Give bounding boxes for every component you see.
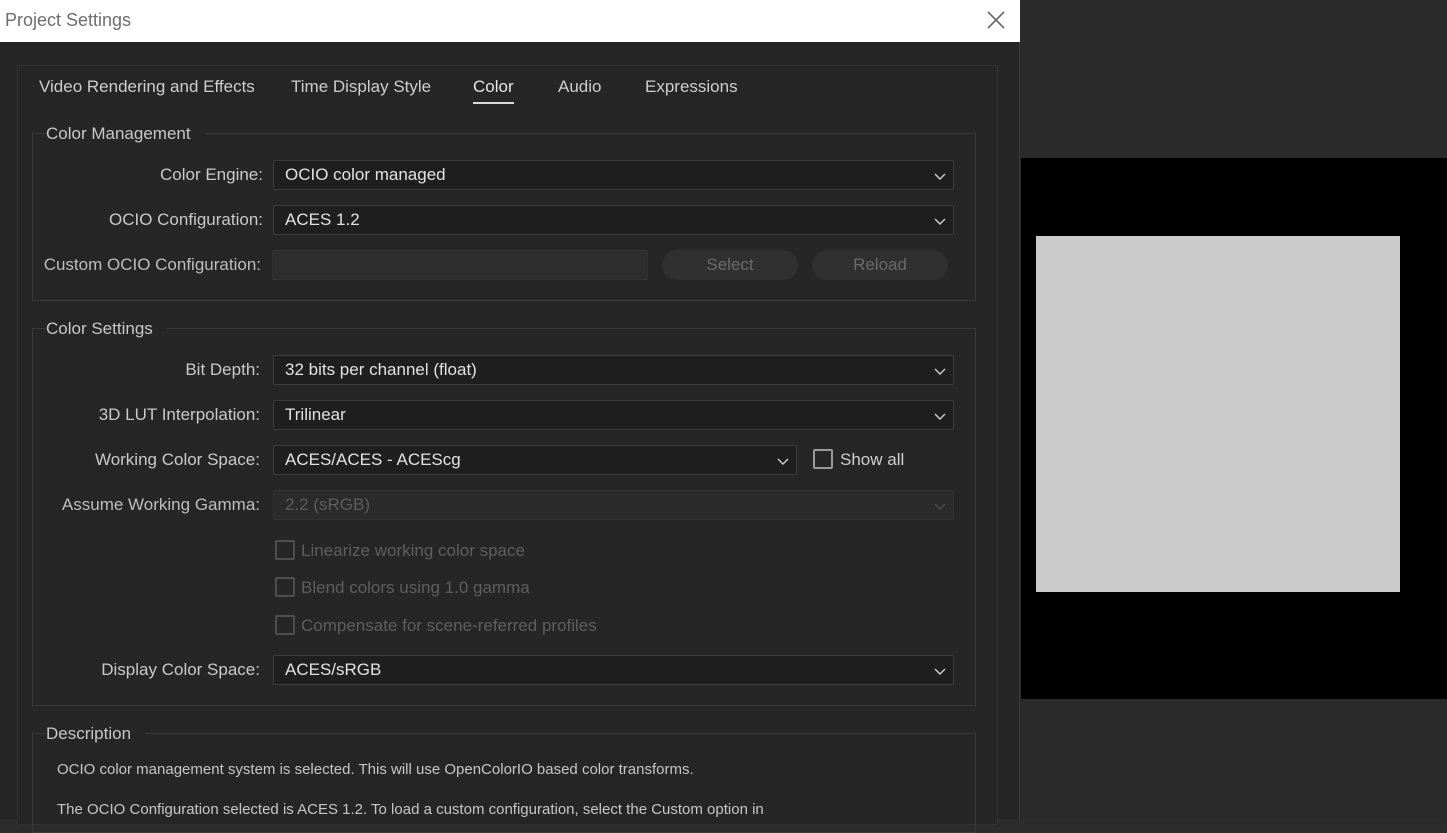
color-settings-heading: Color Settings bbox=[46, 319, 167, 339]
working-color-space-label: Working Color Space: bbox=[94, 450, 260, 469]
assume-working-gamma-value: 2.2 (sRGB) bbox=[285, 495, 371, 514]
tab-audio[interactable]: Audio bbox=[558, 77, 601, 97]
chevron-down-icon bbox=[776, 454, 790, 468]
description-group bbox=[32, 733, 976, 833]
chevron-down-icon bbox=[933, 214, 947, 228]
tab-time-display-style[interactable]: Time Display Style bbox=[291, 77, 431, 97]
working-color-space-value: ACES/ACES - ACEScg bbox=[285, 450, 461, 469]
ocio-config-dropdown[interactable]: ACES 1.2 bbox=[273, 205, 954, 235]
display-color-space-value: ACES/sRGB bbox=[285, 660, 382, 679]
description-line-1: OCIO color management system is selected… bbox=[57, 761, 694, 778]
ocio-config-label: OCIO Configuration: bbox=[108, 210, 263, 229]
show-all-label: Show all bbox=[840, 450, 905, 469]
tab-expressions[interactable]: Expressions bbox=[645, 77, 738, 97]
blend-colors-label: Blend colors using 1.0 gamma bbox=[301, 578, 530, 597]
chevron-down-icon bbox=[933, 664, 947, 678]
description-heading: Description bbox=[46, 724, 146, 744]
color-engine-dropdown[interactable]: OCIO color managed bbox=[273, 160, 954, 190]
chevron-down-icon bbox=[933, 169, 947, 183]
working-color-space-dropdown[interactable]: ACES/ACES - ACEScg bbox=[273, 445, 797, 475]
linearize-checkbox[interactable] bbox=[275, 540, 295, 560]
assume-working-gamma-dropdown[interactable]: 2.2 (sRGB) bbox=[273, 490, 954, 520]
compensate-checkbox[interactable] bbox=[275, 615, 295, 635]
lut-interpolation-value: Trilinear bbox=[285, 405, 346, 424]
tab-color[interactable]: Color bbox=[473, 77, 514, 104]
bit-depth-value: 32 bits per channel (float) bbox=[285, 360, 477, 379]
ocio-config-value: ACES 1.2 bbox=[285, 210, 360, 229]
color-engine-value: OCIO color managed bbox=[285, 165, 446, 184]
composition-preview-frame bbox=[1036, 236, 1400, 592]
blend-colors-checkbox[interactable] bbox=[275, 577, 295, 597]
custom-ocio-field[interactable] bbox=[272, 250, 648, 280]
custom-ocio-label: Custom OCIO Configuration: bbox=[43, 255, 261, 274]
bit-depth-label: Bit Depth: bbox=[185, 360, 260, 379]
color-engine-label: Color Engine: bbox=[159, 165, 263, 184]
close-icon[interactable] bbox=[984, 8, 1008, 32]
display-color-space-label: Display Color Space: bbox=[101, 660, 260, 679]
description-line-2: The OCIO Configuration selected is ACES … bbox=[57, 801, 764, 818]
title-bar: Project Settings bbox=[0, 0, 1020, 42]
assume-working-gamma-label: Assume Working Gamma: bbox=[61, 495, 260, 514]
reload-button[interactable]: Reload bbox=[812, 250, 948, 280]
linearize-label: Linearize working color space bbox=[301, 541, 525, 560]
chevron-down-icon bbox=[933, 409, 947, 423]
project-settings-dialog: Project Settings Video Rendering and Eff… bbox=[0, 0, 1020, 833]
display-color-space-dropdown[interactable]: ACES/sRGB bbox=[273, 655, 954, 685]
chevron-down-icon bbox=[933, 499, 947, 513]
compensate-label: Compensate for scene-referred profiles bbox=[301, 616, 597, 635]
color-management-heading: Color Management bbox=[46, 124, 205, 144]
lut-interpolation-label: 3D LUT Interpolation: bbox=[98, 405, 260, 424]
lut-interpolation-dropdown[interactable]: Trilinear bbox=[273, 400, 954, 430]
chevron-down-icon bbox=[933, 364, 947, 378]
select-button[interactable]: Select bbox=[662, 250, 798, 280]
dialog-title: Project Settings bbox=[5, 10, 132, 30]
bit-depth-dropdown[interactable]: 32 bits per channel (float) bbox=[273, 355, 954, 385]
tab-video-rendering[interactable]: Video Rendering and Effects bbox=[39, 77, 255, 97]
show-all-checkbox[interactable] bbox=[813, 449, 833, 469]
